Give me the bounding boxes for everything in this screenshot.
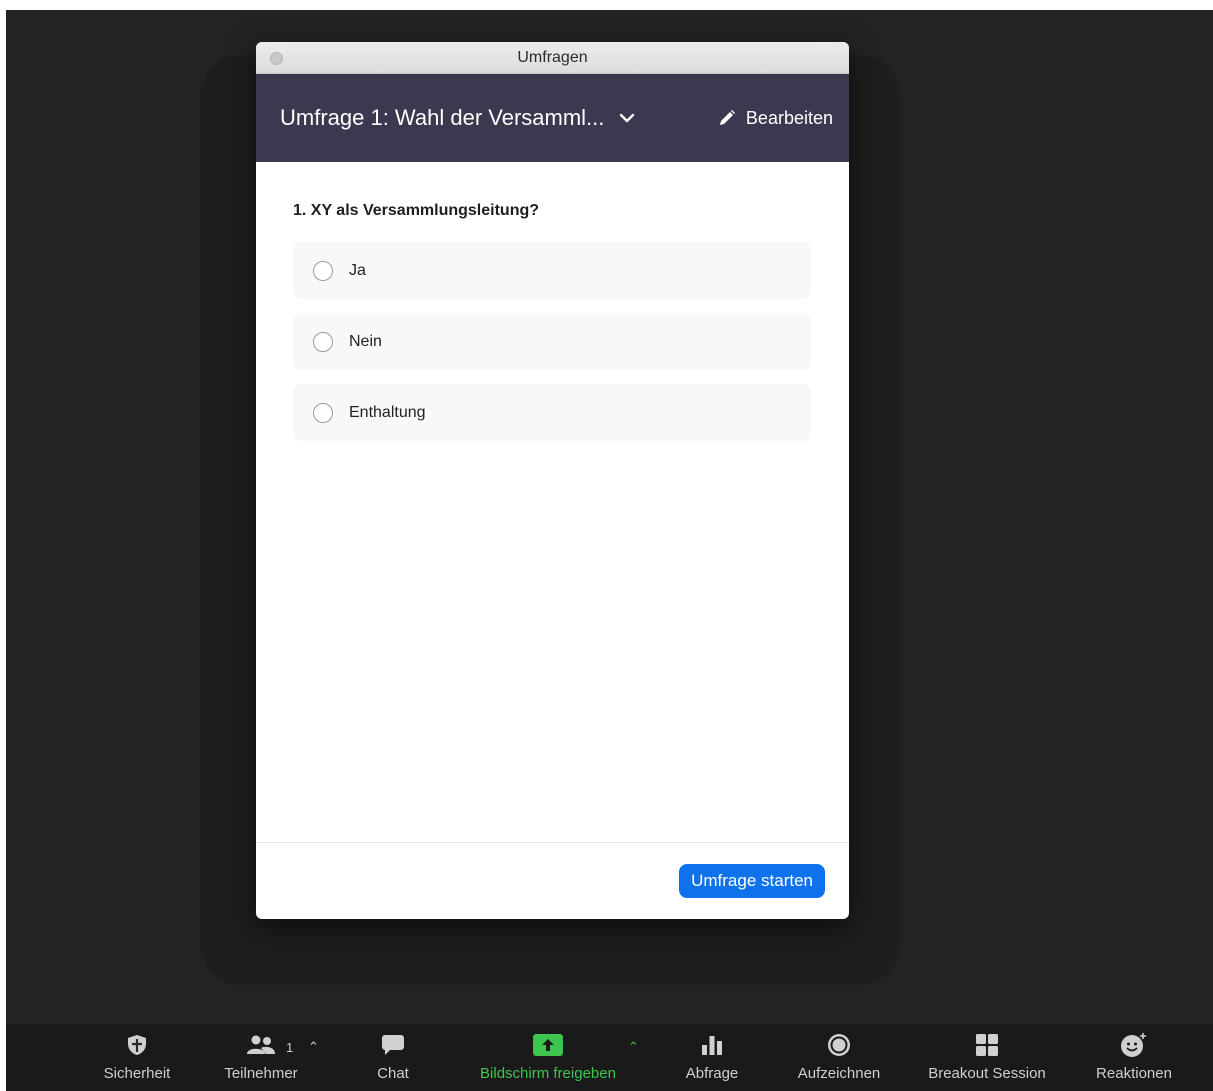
option-label: Ja <box>349 261 366 279</box>
poll-header: Umfrage 1: Wahl der Versamml... Bearbeit… <box>256 74 849 162</box>
toolbar-breakout[interactable]: Breakout Session <box>912 1024 1062 1091</box>
toolbar-participants[interactable]: Teilnehmer <box>206 1024 316 1091</box>
chevron-up-icon[interactable]: ⌃ <box>628 1039 639 1055</box>
edit-poll-button[interactable]: Bearbeiten <box>718 108 833 129</box>
share-screen-icon <box>533 1034 563 1056</box>
reaction-icon <box>1121 1033 1146 1057</box>
chevron-up-icon[interactable]: ⌃ <box>308 1039 319 1055</box>
window-titlebar[interactable]: Umfragen <box>256 42 849 74</box>
poll-option-ja[interactable]: Ja <box>293 242 811 299</box>
radio-button[interactable] <box>313 402 333 423</box>
radio-button[interactable] <box>313 260 333 281</box>
radio-button[interactable] <box>313 331 333 352</box>
pencil-icon <box>719 110 735 125</box>
poll-selector-dropdown[interactable]: Umfrage 1: Wahl der Versamml... <box>280 105 636 131</box>
poll-footer: Umfrage starten <box>256 842 849 919</box>
chevron-down-icon <box>620 113 635 123</box>
participant-count: 1 <box>286 1040 294 1055</box>
breakout-icon <box>976 1034 998 1056</box>
toolbar-label: Chat <box>377 1065 409 1082</box>
toolbar-label: Bildschirm freigeben <box>480 1065 616 1082</box>
toolbar-reactions[interactable]: Reaktionen <box>1084 1024 1184 1091</box>
toolbar-label: Reaktionen <box>1096 1065 1172 1082</box>
window-title: Umfragen <box>517 48 588 66</box>
option-label: Enthaltung <box>349 403 426 421</box>
toolbar-poll[interactable]: Abfrage <box>672 1024 752 1091</box>
toolbar-share-screen[interactable]: Bildschirm freigeben <box>458 1024 638 1091</box>
toolbar-label: Breakout Session <box>928 1065 1046 1082</box>
shield-icon <box>128 1035 146 1055</box>
poll-option-enthaltung[interactable]: Enthaltung <box>293 384 811 441</box>
poll-question: 1. XY als Versammlungsleitung? <box>293 202 540 219</box>
toolbar-label: Abfrage <box>685 1065 739 1082</box>
option-label: Nein <box>349 332 382 350</box>
chat-icon <box>382 1035 404 1055</box>
meeting-toolbar: Sicherheit Teilnehmer 1 ⌃ Chat Bildschir… <box>6 1024 1213 1091</box>
record-icon <box>828 1034 850 1056</box>
toolbar-chat[interactable]: Chat <box>358 1024 428 1091</box>
poll-window: Umfragen Umfrage 1: Wahl der Versamml...… <box>256 42 849 919</box>
poll-body: 1. XY als Versammlungsleitung? Ja Nein E… <box>256 162 849 441</box>
toolbar-record[interactable]: Aufzeichnen <box>784 1024 894 1091</box>
toolbar-security[interactable]: Sicherheit <box>87 1024 187 1091</box>
start-poll-button[interactable]: Umfrage starten <box>679 864 825 898</box>
participants-icon <box>247 1035 275 1054</box>
poll-selector-label: Umfrage 1: Wahl der Versamml... <box>280 105 605 130</box>
poll-icon <box>702 1036 722 1055</box>
window-close-button[interactable] <box>270 52 283 65</box>
poll-option-nein[interactable]: Nein <box>293 313 811 370</box>
toolbar-label: Aufzeichnen <box>797 1065 881 1082</box>
toolbar-label: Sicherheit <box>103 1065 171 1082</box>
edit-poll-label: Bearbeiten <box>745 107 833 128</box>
toolbar-label: Teilnehmer <box>224 1065 298 1082</box>
